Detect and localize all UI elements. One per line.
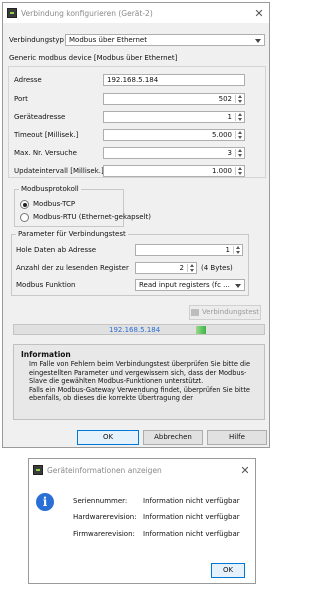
firmware-revision-value: Information nicht verfügbar xyxy=(143,530,240,538)
hardware-revision-value: Information nicht verfügbar xyxy=(143,513,240,521)
connection-status-bar: 192.168.5.184 xyxy=(13,324,265,335)
chevron-down-icon xyxy=(235,284,241,288)
address-field[interactable]: 192.168.5.184 xyxy=(103,74,245,86)
radio-modbus-rtu[interactable] xyxy=(20,213,29,222)
register-count-value: 2 xyxy=(179,264,184,272)
spinner-icon[interactable] xyxy=(235,149,243,157)
app-icon xyxy=(7,8,17,18)
spinner-icon[interactable] xyxy=(187,264,195,272)
ok-button[interactable]: OK xyxy=(211,563,245,578)
modbus-rtu-label[interactable]: Modbus-RTU (Ethernet-gekapselt) xyxy=(33,213,151,221)
port-stepper[interactable]: 502 xyxy=(103,93,245,105)
update-interval-value: 1.000 xyxy=(211,167,232,175)
info-icon: i xyxy=(36,493,54,511)
register-count-label: Anzahl der zu lesenden Register xyxy=(16,264,129,272)
radio-modbus-tcp[interactable] xyxy=(20,200,29,209)
update-interval-label: Updateintervall [Millisek.] xyxy=(14,167,104,175)
modbus-function-label: Modbus Funktion xyxy=(16,281,76,289)
max-attempts-stepper[interactable]: 3 xyxy=(103,147,245,159)
cancel-button[interactable]: Abbrechen xyxy=(143,430,203,445)
port-value: 502 xyxy=(218,95,232,103)
connection-type-select[interactable]: Modbus über Ethernet xyxy=(65,34,265,46)
connection-config-dialog: Verbindung konfigurieren (Gerät-2) ✕ Ver… xyxy=(2,2,270,448)
information-panel: Information Im Falle von Fehlern beim Ve… xyxy=(13,344,265,420)
start-address-label: Hole Daten ab Adresse xyxy=(16,246,97,254)
modbus-protocol-title: Modbusprotokoll xyxy=(19,185,81,193)
modbus-function-value: Read input registers (fc ... xyxy=(139,281,230,289)
address-label: Adresse xyxy=(14,76,42,84)
connection-test-label: Verbindungstest xyxy=(201,308,260,316)
modbus-tcp-label[interactable]: Modbus-TCP xyxy=(33,200,75,208)
device-address-stepper[interactable]: 1 xyxy=(103,111,245,123)
connection-type-label: Verbindungstyp xyxy=(9,36,64,44)
timeout-stepper[interactable]: 5.000 xyxy=(103,129,245,141)
register-count-stepper[interactable]: 2 xyxy=(135,262,197,274)
device-address-label: Geräteadresse xyxy=(14,113,66,121)
dialog-title: Verbindung konfigurieren (Gerät-2) xyxy=(21,8,153,18)
close-icon[interactable]: ✕ xyxy=(253,8,265,19)
port-label: Port xyxy=(14,95,28,103)
title-bar[interactable]: Geräteinformationen anzeigen ✕ xyxy=(29,459,255,481)
test-icon xyxy=(190,308,199,316)
status-ip: 192.168.5.184 xyxy=(109,326,161,334)
app-icon xyxy=(33,465,43,475)
start-address-stepper[interactable]: 1 xyxy=(135,244,243,256)
spinner-icon[interactable] xyxy=(235,113,243,121)
firmware-revision-label: Firmwarerevision: xyxy=(73,530,135,538)
timeout-label: Timeout [Millisek.] xyxy=(14,131,79,139)
update-interval-stepper[interactable]: 1.000 xyxy=(103,165,245,177)
device-info-dialog: Geräteinformationen anzeigen ✕ i Serienn… xyxy=(28,458,256,584)
spinner-icon[interactable] xyxy=(233,246,241,254)
progress-indicator xyxy=(196,326,206,334)
help-button[interactable]: Hilfe xyxy=(207,430,267,445)
max-attempts-value: 3 xyxy=(227,149,232,157)
spinner-icon[interactable] xyxy=(235,131,243,139)
device-address-value: 1 xyxy=(227,113,232,121)
information-text: Im Falle von Fehlern beim Verbindungstes… xyxy=(29,360,251,402)
modbus-protocol-group: Modbusprotokoll xyxy=(14,185,124,227)
section-header: Generic modbus device [Modbus über Ether… xyxy=(9,54,178,62)
register-count-unit: (4 Bytes) xyxy=(201,264,233,272)
spinner-icon[interactable] xyxy=(235,95,243,103)
serial-number-value: Information nicht verfügbar xyxy=(143,497,240,505)
max-attempts-label: Max. Nr. Versuche xyxy=(14,149,77,157)
serial-number-label: Seriennummer: xyxy=(73,497,128,505)
ok-button[interactable]: OK xyxy=(77,430,139,445)
chevron-down-icon xyxy=(255,39,261,43)
close-icon[interactable]: ✕ xyxy=(239,465,251,476)
connection-type-value: Modbus über Ethernet xyxy=(69,36,147,44)
test-params-title: Parameter für Verbindungstest xyxy=(16,230,128,238)
information-title: Information xyxy=(21,350,71,359)
spinner-icon[interactable] xyxy=(235,167,243,175)
connection-test-button[interactable]: Verbindungstest xyxy=(189,305,261,320)
dialog-title: Geräteinformationen anzeigen xyxy=(47,465,162,475)
title-bar[interactable]: Verbindung konfigurieren (Gerät-2) ✕ xyxy=(3,3,269,23)
hardware-revision-label: Hardwarerevision: xyxy=(73,513,137,521)
timeout-value: 5.000 xyxy=(211,131,232,139)
modbus-function-select[interactable]: Read input registers (fc ... xyxy=(135,279,245,291)
start-address-value: 1 xyxy=(225,246,230,254)
